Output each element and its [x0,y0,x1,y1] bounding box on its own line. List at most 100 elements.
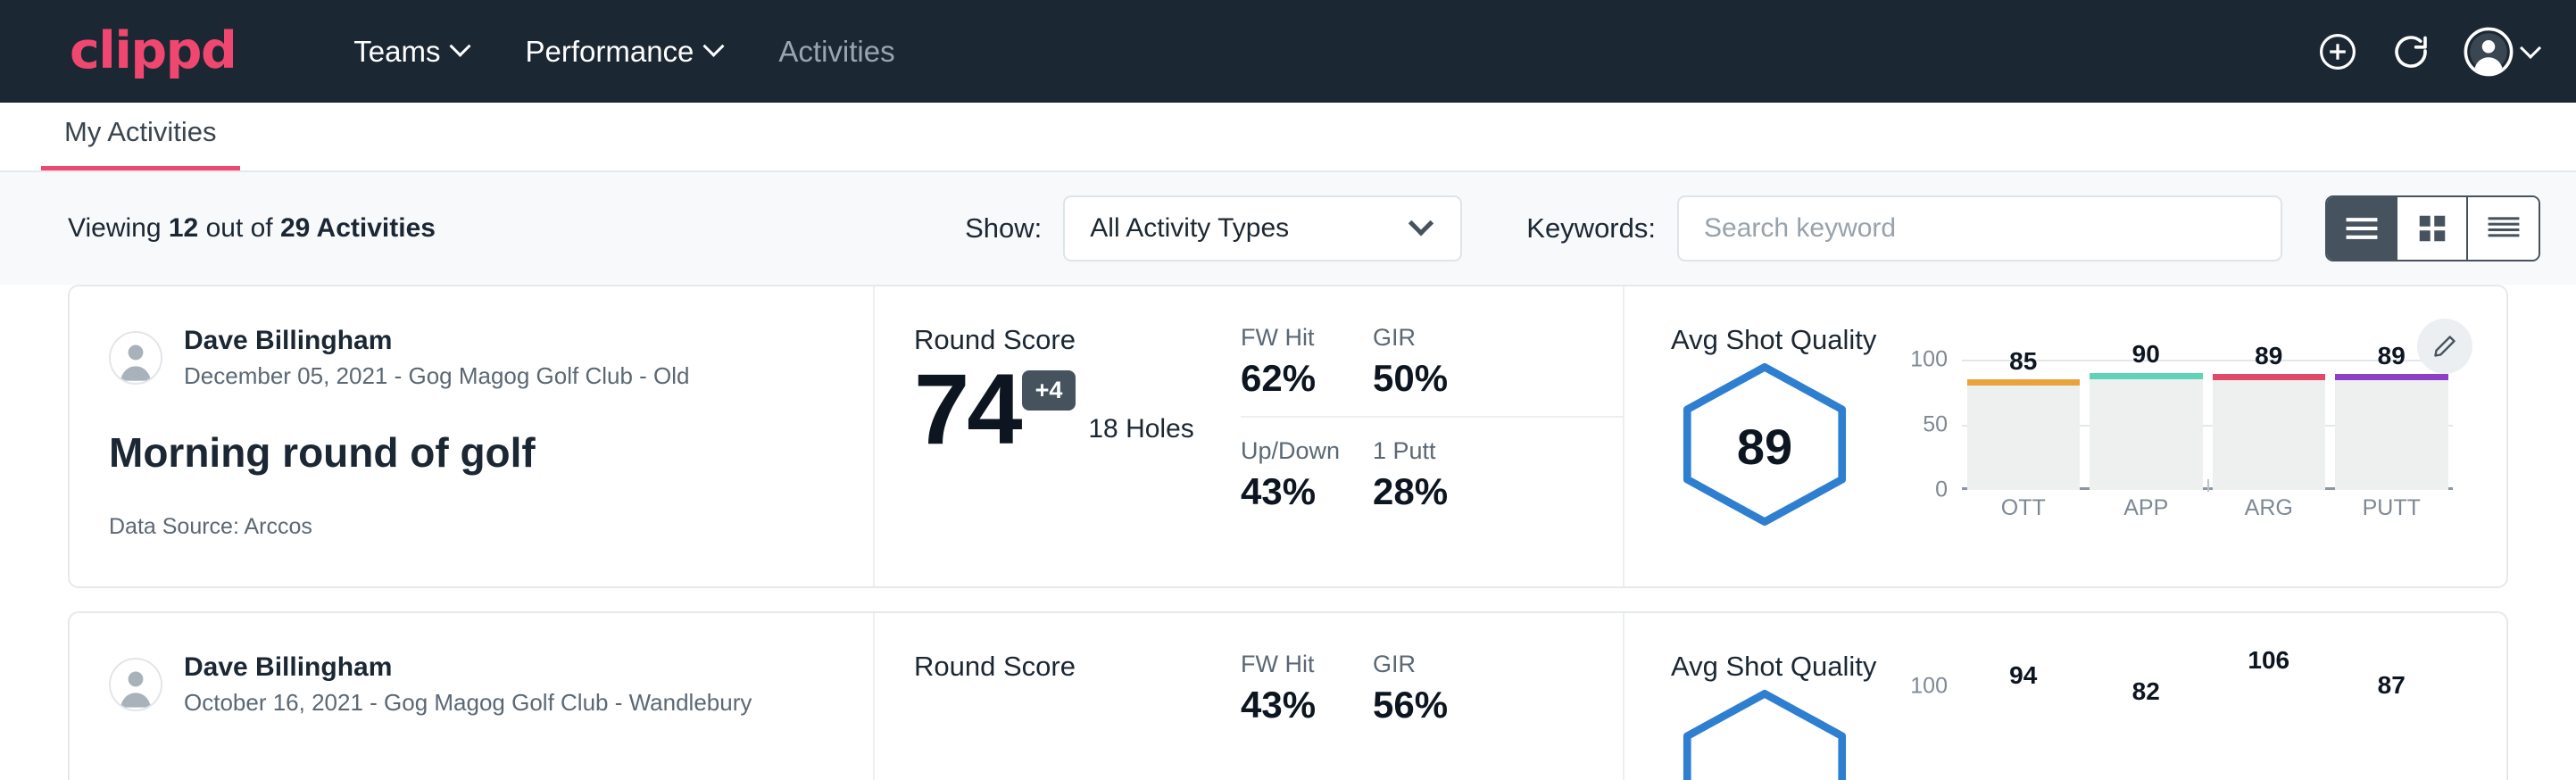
stat-value: 56% [1373,684,1594,726]
holes-played: 18 Holes [1088,414,1193,444]
nav-item-performance-label: Performance [525,35,694,69]
author-text: Dave Billingham October 16, 2021 - Gog M… [184,651,752,718]
chart-y-axis: 100 50 0 [1907,360,1957,490]
stat-label: Up/Down [1241,437,1344,465]
viewing-mid: out of [198,213,280,243]
y-tick: 0 [1935,477,1948,503]
activity-card[interactable]: Dave Billingham October 16, 2021 - Gog M… [68,611,2508,780]
activity-data-source: Data Source: Arccos [109,514,834,540]
activity-summary: Dave Billingham October 16, 2021 - Gog M… [70,613,875,780]
nav-item-teams-label: Teams [353,35,440,69]
stat-up-down: Up/Down 43% [1241,416,1373,513]
nav-item-teams[interactable]: Teams [325,35,496,69]
stat-label: GIR [1373,324,1594,352]
chart-bars-area: 85 90 89 [1962,360,2453,490]
edit-activity-button[interactable] [2417,319,2472,374]
chart-x-axis: OTT APP ARG PUTT [1962,495,2453,521]
activity-type-select[interactable]: All Activity Types [1063,195,1462,261]
refresh-icon[interactable] [2389,30,2432,73]
avg-shot-quality-panel: Avg Shot Quality 100 [1625,613,2506,780]
stat-gir: GIR 56% [1373,651,1623,726]
avatar [109,331,162,385]
chart-plot-area: 100 50 0 85 [1907,360,2453,490]
bar-app [2090,373,2203,490]
nav-item-activities-label: Activities [778,35,894,69]
nav-item-performance[interactable]: Performance [496,35,750,69]
search-input[interactable] [1677,195,2282,261]
x-tick-putt: PUTT [2335,495,2448,521]
top-navigation-bar: clippd Teams Performance Activities [0,0,2576,103]
show-label: Show: [965,212,1042,245]
nav-actions [2316,26,2535,78]
stat-label: FW Hit [1241,651,1344,678]
chart-bars-area: 94 82 106 87 [1962,686,2453,780]
view-mode-toggle-group [2325,195,2540,261]
activity-card[interactable]: Dave Billingham December 05, 2021 - Gog … [68,285,2508,588]
avg-shot-quality-body: 100 94 82 106 [1671,686,2453,780]
bar-value-label: 89 [2378,342,2406,370]
grid-view-button[interactable] [2397,197,2468,260]
stat-label: FW Hit [1241,324,1344,352]
chevron-down-icon [1408,211,1433,236]
round-score-value: 74 [914,363,1020,455]
filter-toolbar: Viewing 12 out of 29 Activities Show: Al… [0,172,2576,285]
x-tick-arg: ARG [2213,495,2326,521]
bar-slot-arg: 89 [2213,360,2326,490]
round-score-panel: Round Score [875,613,1241,780]
tab-bar: My Activities [0,103,2576,172]
author-name: Dave Billingham [184,324,690,358]
stat-label: GIR [1373,651,1594,678]
stat-fw-hit: FW Hit 62% [1241,324,1373,400]
avg-shot-quality-panel: Avg Shot Quality 89 100 50 0 [1625,286,2506,586]
y-tick: 50 [1923,412,1948,438]
chart-plot-area: 100 94 82 106 [1907,686,2453,780]
activity-meta: October 16, 2021 - Gog Magog Golf Club -… [184,688,752,718]
round-score-label: Round Score [914,651,1241,683]
activity-type-select-value: All Activity Types [1090,213,1289,244]
bar-value-label: 90 [2132,340,2160,369]
stat-value: 43% [1241,470,1344,513]
author-name: Dave Billingham [184,651,752,685]
score-differential-badge: +4 [1022,370,1076,411]
stat-value: 28% [1373,470,1594,513]
quality-hexagon [1671,686,1858,780]
filter-controls: Show: All Activity Types Keywords: [965,195,2540,261]
author-text: Dave Billingham December 05, 2021 - Gog … [184,324,690,391]
plus-circle-icon[interactable] [2316,30,2359,73]
bar-ott [1967,379,2081,490]
round-score-panel: Round Score 74 +4 18 Holes [875,286,1241,586]
chart-y-axis: 100 [1907,686,1957,780]
viewing-prefix: Viewing [68,213,169,243]
avg-shot-quality-label: Avg Shot Quality [1671,324,2453,356]
bar-value-label: 82 [2132,677,2160,706]
bar-slot-putt: 87 [2335,686,2448,780]
viewing-total: 29 Activities [280,213,436,243]
bar-value-label: 85 [2009,347,2037,376]
shot-quality-bar-chart: 100 50 0 85 [1907,360,2453,538]
x-tick-app: APP [2090,495,2203,521]
viewing-count: 12 [169,213,198,243]
chevron-down-icon [2520,37,2541,59]
bar-slot-putt: 89 [2335,360,2448,490]
account-avatar-icon[interactable] [2463,26,2535,78]
bar-slot-arg: 106 [2213,686,2326,780]
bar-putt [2335,374,2448,490]
bar-value-label: 89 [2255,342,2282,370]
stat-value: 43% [1241,684,1344,726]
activity-author: Dave Billingham October 16, 2021 - Gog M… [109,651,834,718]
clippd-logo[interactable]: clippd [70,26,236,77]
nav-item-activities[interactable]: Activities [750,35,923,69]
stat-value: 62% [1241,357,1344,400]
y-tick: 100 [1910,347,1948,373]
chart-bar-group: 85 90 89 [1962,360,2453,490]
list-view-button[interactable] [2327,197,2397,260]
chart-bar-group: 94 82 106 87 [1962,686,2453,780]
primary-nav: Teams Performance Activities [325,35,923,69]
compact-view-button[interactable] [2468,197,2539,260]
activity-author: Dave Billingham December 05, 2021 - Gog … [109,324,834,391]
avatar [109,658,162,711]
tab-my-activities[interactable]: My Activities [41,116,240,170]
y-tick: 100 [1910,674,1948,700]
avg-shot-quality-label: Avg Shot Quality [1671,651,2453,683]
round-stats-grid: FW Hit 43% GIR 56% [1241,613,1625,780]
